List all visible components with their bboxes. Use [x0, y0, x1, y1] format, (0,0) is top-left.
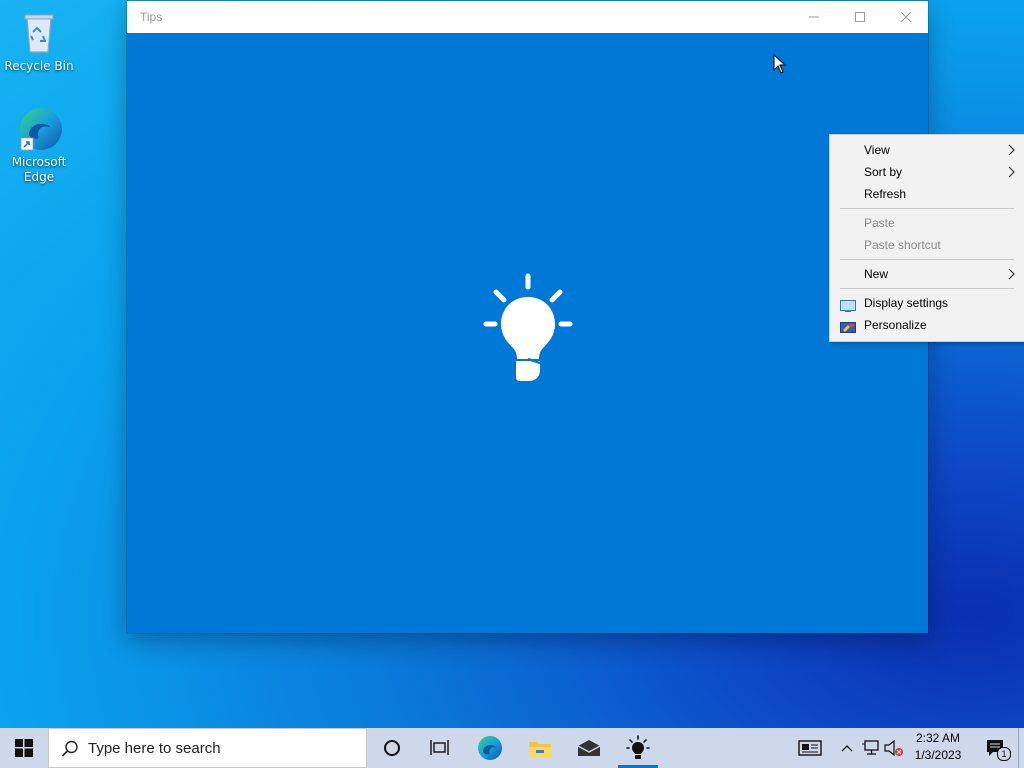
menu-item-refresh[interactable]: Refresh	[830, 183, 1024, 205]
taskbar-file-explorer-button[interactable]	[516, 728, 564, 768]
tips-icon	[626, 735, 650, 759]
menu-item-display-settings[interactable]: Display settings	[830, 292, 1024, 314]
menu-separator	[840, 288, 1014, 289]
show-desktop-button[interactable]	[1018, 728, 1024, 768]
show-hidden-icons-button[interactable]	[836, 728, 858, 768]
task-view-icon	[430, 740, 449, 755]
edge-label-line2: Edge	[23, 170, 55, 184]
volume-muted-icon	[884, 740, 903, 756]
desktop-context-menu[interactable]: View Sort by Refresh Paste Paste shortcu…	[829, 134, 1024, 342]
maximize-icon	[855, 12, 865, 22]
clock[interactable]: 2:32 AM 1/3/2023	[906, 730, 970, 764]
start-button[interactable]	[0, 728, 48, 768]
recycle-bin-label: Recycle Bin	[4, 59, 74, 73]
desktop-icon-microsoft-edge[interactable]: Microsoft Edge	[1, 104, 77, 185]
menu-item-label: Paste	[864, 216, 895, 230]
menu-item-personalize[interactable]: Personalize	[830, 314, 1024, 336]
taskbar-edge-button[interactable]	[466, 728, 514, 768]
mouse-cursor	[773, 53, 787, 78]
title-bar[interactable]: Tips	[127, 1, 928, 33]
personalize-icon	[840, 319, 856, 333]
menu-item-label: Display settings	[864, 296, 949, 310]
display-icon	[840, 297, 856, 312]
chevron-right-icon	[1008, 263, 1016, 291]
search-placeholder: Type here to search	[88, 740, 221, 757]
edge-desktop-icon	[15, 104, 63, 152]
tips-window[interactable]: Tips	[127, 1, 928, 633]
cortana-icon	[384, 740, 400, 756]
mail-icon	[577, 740, 601, 756]
cortana-button[interactable]	[368, 728, 416, 768]
menu-separator	[840, 208, 1014, 209]
search-icon	[61, 740, 79, 762]
news-icon	[798, 740, 822, 756]
menu-separator	[840, 259, 1014, 260]
window-title: Tips	[140, 10, 163, 24]
close-button[interactable]	[883, 1, 929, 33]
network-icon	[862, 740, 879, 755]
lightbulb-icon	[482, 271, 574, 389]
clock-date: 1/3/2023	[914, 748, 962, 762]
minimize-button[interactable]	[791, 1, 837, 33]
network-button[interactable]	[860, 728, 882, 768]
menu-item-paste[interactable]: Paste	[830, 212, 1024, 234]
notification-count-badge: 1	[997, 747, 1011, 761]
chevron-up-icon	[841, 745, 853, 752]
taskbar: Type here to search 2:32 AM 1/3/2023 1	[0, 728, 1024, 768]
minimize-icon	[809, 16, 819, 18]
menu-item-label: View	[864, 143, 890, 157]
edge-icon	[478, 736, 502, 760]
notification-icon: 1	[985, 737, 1011, 761]
menu-item-new[interactable]: New	[830, 263, 1024, 285]
taskbar-mail-button[interactable]	[565, 728, 613, 768]
file-explorer-icon	[529, 742, 551, 757]
clock-time: 2:32 AM	[915, 731, 961, 745]
menu-item-label: Refresh	[864, 187, 907, 201]
volume-button[interactable]	[882, 728, 906, 768]
news-widget-button[interactable]	[788, 728, 832, 768]
desktop-icon-recycle-bin[interactable]: Recycle Bin	[1, 8, 77, 74]
windows-logo-icon	[15, 739, 33, 757]
maximize-button[interactable]	[837, 1, 883, 33]
menu-item-label: Paste shortcut	[864, 238, 941, 252]
menu-item-paste-shortcut[interactable]: Paste shortcut	[830, 234, 1024, 256]
menu-item-label: Personalize	[864, 318, 927, 332]
close-icon	[900, 11, 912, 23]
recycle-bin-icon	[15, 8, 63, 56]
taskbar-tips-button[interactable]	[614, 728, 662, 768]
action-center-button[interactable]: 1	[976, 728, 1016, 768]
edge-label-line1: Microsoft	[11, 155, 67, 169]
task-view-button[interactable]	[416, 728, 464, 768]
search-box[interactable]: Type here to search	[48, 728, 367, 768]
menu-item-label: Sort by	[864, 165, 903, 179]
menu-item-view[interactable]: View	[830, 139, 1024, 161]
menu-item-label: New	[864, 267, 889, 281]
menu-item-sort-by[interactable]: Sort by	[830, 161, 1024, 183]
